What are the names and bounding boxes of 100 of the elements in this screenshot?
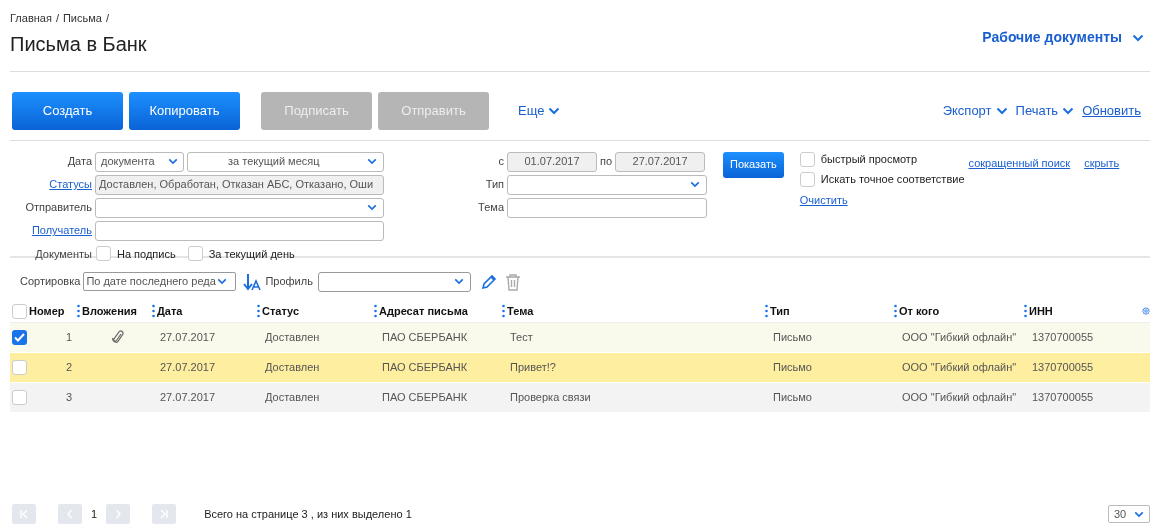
toolbar-button[interactable]: Копировать (129, 91, 240, 130)
checkbox[interactable] (799, 172, 815, 187)
chevron-down-icon (367, 204, 377, 211)
column-resize-icon[interactable] (894, 304, 897, 318)
breadcrumb-separator: / (55, 11, 59, 26)
column-resize-icon[interactable] (77, 304, 80, 318)
table-cell: Проверка связи (510, 390, 591, 403)
pagination-summary: Всего на странице 3 , из них выделено 1 (204, 506, 412, 522)
period-select[interactable]: за текущий месяц (187, 151, 384, 172)
pagination-button[interactable] (58, 504, 82, 524)
short-search-link[interactable]: сокращенный поиск (968, 154, 1071, 256)
chevron-down-icon (548, 106, 561, 115)
column-header[interactable]: Номер (29, 302, 65, 320)
checkbox-label: Искать точное соответствие (820, 172, 965, 188)
refresh-link[interactable]: Обновить (1082, 100, 1141, 121)
column-header[interactable]: От кого (899, 302, 940, 320)
column-resize-icon[interactable] (152, 304, 155, 318)
table-row[interactable]: 1 27.07.2017 Доставлен ПАО СБЕРБАНК Тест Письмо ООО "Гибкий офлайн" 1370700055 (10, 322, 1150, 353)
field-label: по (600, 154, 613, 170)
checkbox[interactable] (799, 152, 815, 167)
menu-button[interactable]: Экспорт (942, 100, 1008, 121)
chevron-down-icon (1062, 106, 1075, 115)
pagination-button[interactable] (106, 504, 131, 524)
column-header[interactable]: Вложения (82, 302, 137, 320)
profile-select[interactable] (317, 271, 471, 292)
field-label: Отправитель (25, 200, 92, 216)
recipient-field[interactable] (95, 220, 384, 241)
show-button[interactable]: Показать (723, 151, 784, 178)
chevron-down-icon (690, 181, 700, 188)
table-cell: Письмо (773, 330, 812, 343)
filter-link[interactable]: Статусы (49, 176, 92, 193)
checkbox-label: быстрый просмотр (820, 152, 918, 168)
checkbox[interactable] (12, 303, 27, 319)
table-cell: Доставлен (265, 390, 320, 403)
paperclip-icon[interactable] (111, 329, 124, 345)
checkbox[interactable] (187, 246, 203, 262)
filter-link[interactable]: Получатель (31, 222, 92, 239)
workspace-menu[interactable]: Рабочие документы (982, 27, 1144, 48)
date-from-field[interactable]: 01.07.2017 (507, 151, 597, 172)
sort-select[interactable]: По дате последнего реда (83, 272, 237, 291)
table-cell: ПАО СБЕРБАНК (382, 360, 468, 373)
column-resize-icon[interactable] (1024, 304, 1027, 318)
table-cell: 27.07.2017 (160, 360, 216, 373)
edit-icon[interactable] (479, 272, 498, 291)
table-cell: Тест (510, 330, 533, 343)
column-header[interactable]: Адресат письма (379, 302, 468, 320)
table-cell: Письмо (773, 390, 812, 403)
sender-select[interactable] (95, 197, 384, 218)
chevron-down-icon (453, 278, 464, 285)
column-resize-icon[interactable] (257, 304, 260, 318)
table-cell: Письмо (773, 360, 812, 373)
trash-icon[interactable] (504, 272, 521, 291)
column-header[interactable]: Дата (157, 302, 183, 320)
toolbar-button[interactable]: Создать (12, 91, 123, 130)
breadcrumb-link[interactable]: Главная (10, 10, 52, 27)
menu-button[interactable]: Печать (1015, 100, 1075, 121)
checkbox[interactable] (12, 359, 27, 375)
hide-link[interactable]: скрыть (1084, 154, 1120, 256)
checkbox[interactable] (12, 329, 27, 345)
table-cell: 1370700055 (1032, 330, 1094, 343)
table-row[interactable]: 3 27.07.2017 Доставлен ПАО СБЕРБАНК Проверка связи Письмо ООО "Гибкий офлайн" 1370700055 (10, 382, 1150, 413)
table-cell-text: 3 (65, 389, 72, 405)
pagination-button[interactable] (152, 504, 177, 524)
field-label: Сортировка (20, 274, 81, 290)
more-menu[interactable]: Еще (518, 100, 561, 121)
sort-order-icon[interactable] (242, 272, 263, 291)
column-header[interactable]: Тип (770, 302, 790, 320)
checkbox-label: За текущий день (208, 246, 295, 262)
column-resize-icon[interactable] (765, 304, 768, 318)
table-cell: 27.07.2017 (160, 390, 216, 403)
breadcrumb-link[interactable]: Письма (62, 10, 102, 27)
column-header[interactable]: ИНН (1029, 302, 1053, 320)
chevron-down-icon (367, 158, 377, 165)
table-cell: ПАО СБЕРБАНК (382, 330, 468, 343)
column-header[interactable]: Тема (507, 302, 534, 320)
table-cell: ООО "Гибкий офлайн" (902, 360, 1017, 373)
previous-icon (65, 509, 75, 519)
subject-field[interactable] (507, 197, 707, 218)
field-label: Дата (67, 154, 92, 170)
chevron-down-icon (1132, 33, 1144, 42)
table-cell: ООО "Гибкий офлайн" (902, 330, 1017, 343)
date-type-select[interactable]: документа (95, 151, 184, 172)
table-row[interactable]: 2 27.07.2017 Доставлен ПАО СБЕРБАНК Привет!? Письмо ООО "Гибкий офлайн" 1370700055 (10, 352, 1150, 383)
page-size-select[interactable]: 30 (1108, 505, 1150, 523)
checkbox[interactable] (96, 246, 111, 262)
checkbox[interactable] (12, 389, 27, 405)
column-header[interactable]: Статус (262, 302, 300, 320)
type-select[interactable] (507, 174, 707, 195)
clear-link[interactable]: Очистить (799, 191, 965, 208)
field-label: Тип (484, 177, 504, 193)
page-title: Письма в Банк (10, 31, 147, 57)
column-resize-icon[interactable] (502, 304, 505, 318)
statuses-field[interactable]: Доставлен, Обработан, Отказан АБС, Отказано, Оши (95, 174, 384, 195)
column-resize-icon[interactable] (374, 304, 377, 318)
date-to-field[interactable]: 27.07.2017 (615, 151, 706, 172)
breadcrumb-separator: / (105, 11, 109, 26)
pagination-button[interactable] (12, 504, 36, 524)
table-cell: Привет!? (510, 360, 556, 373)
chevron-down-icon (995, 106, 1008, 115)
table-cell: 1370700055 (1032, 360, 1094, 373)
